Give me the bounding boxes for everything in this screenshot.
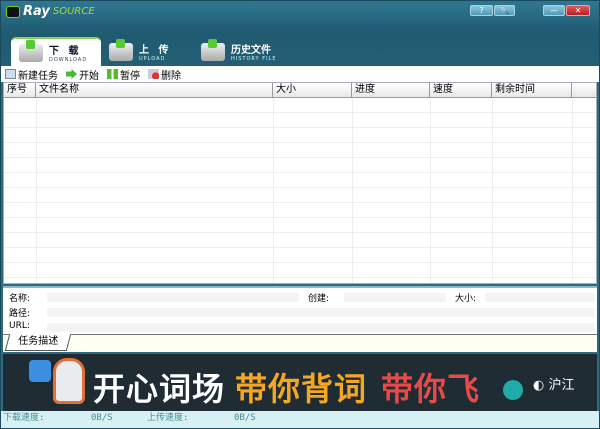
header: Ray SOURCE ? 🔍 — ✕ 下 载 DOWNLOAD 上 传 UPLOAD…: [1, 1, 599, 66]
new-task-button[interactable]: 新建任务: [5, 67, 58, 82]
download-icon: [19, 39, 43, 62]
task-table[interactable]: 序号 文件名称 大小 进度 速度 剩余时间: [3, 82, 597, 284]
ad-banner[interactable]: 开心词场 带你背词 带你飞 ◐ 沪江: [3, 354, 597, 411]
name-field: [47, 293, 299, 302]
delete-icon: [148, 69, 159, 79]
name-label: 名称:: [9, 294, 31, 304]
column-divider: [430, 98, 431, 283]
detail-tabs: 任务描述: [3, 334, 597, 352]
banner-text: 带你飞: [381, 370, 481, 408]
status-bar: 下载速度: 0B/S 上传速度: 0B/S: [1, 411, 599, 428]
tab-task-description[interactable]: 任务描述: [4, 334, 72, 351]
logo: Ray SOURCE: [6, 4, 95, 19]
app-window: Ray SOURCE ? 🔍 — ✕ 下 载 DOWNLOAD 上 传 UPLOAD…: [0, 0, 600, 429]
tab-label: 任务描述: [18, 336, 59, 347]
col-extra: [572, 83, 596, 98]
col-progress[interactable]: 进度: [352, 83, 430, 98]
banner-text: 开心词场: [93, 370, 226, 408]
tab-label: 历史文件: [231, 45, 271, 56]
column-divider: [273, 98, 274, 283]
col-index[interactable]: 序号: [4, 83, 36, 98]
new-task-icon: [5, 69, 16, 79]
column-divider: [36, 98, 37, 283]
tab-label: 下 载: [49, 46, 82, 57]
tab-sublabel: HISTORY FILE: [231, 56, 277, 62]
task-details: 名称: 创建: 大小: 路径: URL:: [3, 286, 597, 334]
created-label: 创建:: [308, 294, 330, 304]
download-speed-label: 下载速度:: [3, 413, 45, 423]
upload-icon: [109, 38, 133, 61]
path-label: 路径:: [9, 309, 31, 319]
help-button[interactable]: ?: [470, 5, 493, 16]
minimize-button[interactable]: —: [543, 5, 565, 16]
upload-speed-label: 上传速度:: [147, 413, 189, 423]
logo-icon: [6, 5, 20, 18]
pause-button[interactable]: 暂停: [107, 67, 140, 82]
search-button[interactable]: 🔍: [494, 5, 515, 16]
button-label: 暂停: [120, 70, 140, 82]
tab-history[interactable]: 历史文件 HISTORY FILE: [193, 37, 293, 66]
column-divider: [572, 98, 573, 283]
astronaut-icon: [53, 358, 85, 404]
tab-sublabel: UPLOAD: [139, 56, 166, 62]
app-icon: [29, 360, 51, 382]
tab-download[interactable]: 下 载 DOWNLOAD: [11, 37, 101, 66]
col-speed[interactable]: 速度: [430, 83, 492, 98]
size-field: [485, 293, 595, 302]
column-divider: [352, 98, 353, 283]
col-size[interactable]: 大小: [273, 83, 352, 98]
delete-button[interactable]: 删除: [148, 67, 181, 82]
upload-speed-value: 0B/S: [234, 413, 256, 423]
brand-logo: ◐ 沪江: [533, 378, 575, 393]
history-icon: [201, 38, 225, 61]
close-button[interactable]: ✕: [566, 5, 590, 16]
toolbar: 新建任务 开始 暂停 删除: [1, 66, 599, 82]
col-remaining[interactable]: 剩余时间: [492, 83, 572, 98]
url-label: URL:: [9, 321, 30, 331]
tab-label: 上 传: [139, 45, 172, 56]
brand-text: 沪江: [548, 378, 575, 393]
play-icon: [66, 69, 77, 79]
pause-icon: [107, 69, 118, 79]
logo-sub: SOURCE: [52, 6, 95, 17]
button-label: 开始: [79, 70, 99, 82]
button-label: 新建任务: [18, 70, 58, 82]
created-field: [344, 293, 446, 302]
path-field: [47, 308, 595, 317]
col-filename[interactable]: 文件名称: [36, 83, 273, 98]
start-button[interactable]: 开始: [66, 67, 99, 82]
download-speed-value: 0B/S: [91, 413, 113, 423]
tab-sublabel: DOWNLOAD: [49, 57, 88, 63]
button-label: 删除: [161, 70, 181, 82]
size-label: 大小:: [455, 294, 477, 304]
planet-icon: [503, 380, 523, 400]
tab-upload[interactable]: 上 传 UPLOAD: [101, 37, 191, 66]
table-header: 序号 文件名称 大小 进度 速度 剩余时间: [4, 83, 596, 98]
url-field: [47, 323, 595, 332]
column-divider: [492, 98, 493, 283]
logo-text: Ray: [23, 4, 50, 19]
banner-text: 带你背词: [235, 370, 368, 408]
